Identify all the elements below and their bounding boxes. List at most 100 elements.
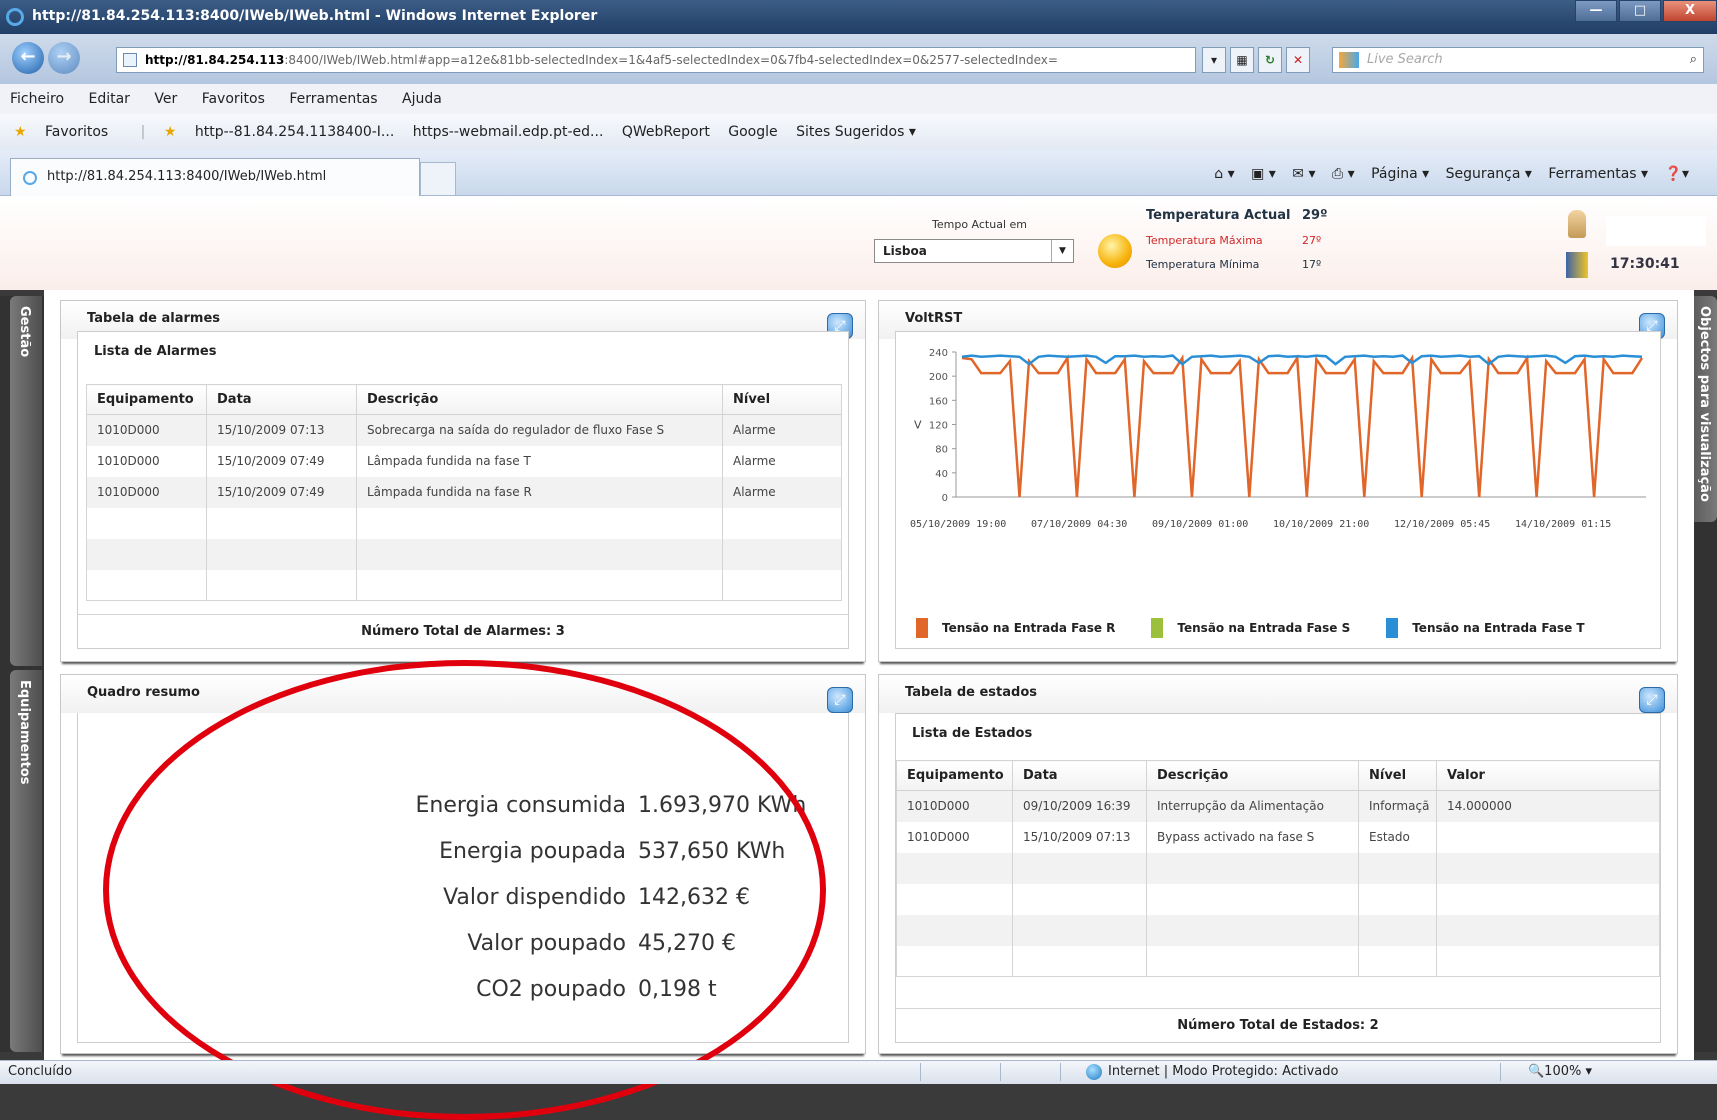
city-select[interactable]: Lisboa ▼ <box>874 239 1074 263</box>
tab-bar: http://81.84.254.113:8400/IWeb/IWeb.html… <box>0 150 1717 196</box>
dashboard: Tabela de alarmes ⤢ Lista de Alarmes Equ… <box>44 290 1694 1060</box>
search-icon[interactable]: ⌕ <box>1690 48 1697 72</box>
menu-seguranca[interactable]: Segurança ▾ <box>1446 166 1532 182</box>
favorites-button[interactable]: ★ Favoritos <box>14 124 122 140</box>
table-row[interactable]: 1010D000 15/10/2009 07:13 Sobrecarga na sa… <box>86 414 842 446</box>
fav-link-google[interactable]: Google <box>728 124 777 140</box>
cell: 1010D000 <box>86 445 207 477</box>
back-button[interactable]: ← <box>12 42 44 74</box>
table-row[interactable]: 1010D000 09/10/2009 16:39 Interrupção da A… <box>896 790 1660 822</box>
divider: | <box>140 124 146 140</box>
sun-icon <box>1098 234 1132 268</box>
chevron-down-icon[interactable]: ▼ <box>1051 240 1073 262</box>
add-favorite-icon[interactable]: ★ <box>164 124 177 140</box>
divider <box>920 1063 921 1081</box>
ie-logo-icon <box>6 8 24 26</box>
side-tab-gestao[interactable]: Gestão <box>10 296 42 666</box>
favorites-bar: ★ Favoritos | ★ http--81.84.254.1138400-… <box>0 114 1717 150</box>
forward-button[interactable]: → <box>48 42 80 74</box>
summary-row: Energia consumida 1.693,970 KWh <box>78 793 807 839</box>
user-icon[interactable] <box>1568 210 1586 238</box>
stop-button[interactable]: ✕ <box>1286 47 1310 73</box>
tab-iweb[interactable]: http://81.84.254.113:8400/IWeb/IWeb.html <box>10 158 420 196</box>
cell: Alarme <box>722 445 842 477</box>
summary-body: Energia consumida 1.693,970 KWh Energia p… <box>77 713 849 1043</box>
x-tick-label: 05/10/2009 19:00 <box>910 519 1006 530</box>
page-icon <box>123 53 137 67</box>
alarms-list: Lista de Alarmes Equipamento Data Descri… <box>77 331 849 649</box>
divider <box>1000 1063 1001 1081</box>
legend-label: Tensão na Entrada Fase S <box>1177 621 1351 635</box>
security-zone[interactable]: Internet | Modo Protegido: Activado <box>1086 1061 1338 1083</box>
clock-time: 17:30:41 <box>1610 256 1680 272</box>
col-data[interactable]: Data <box>206 384 357 415</box>
cell: 15/10/2009 07:49 <box>206 476 357 508</box>
summary-label: Energia poupada <box>439 839 626 864</box>
address-input[interactable]: http://81.84.254.113:8400/IWeb/IWeb.html… <box>116 47 1196 73</box>
fav-link-1[interactable]: http--81.84.254.1138400-I... <box>195 124 394 140</box>
menu-ferramentas-cmd[interactable]: Ferramentas ▾ <box>1548 166 1648 182</box>
new-tab-button[interactable] <box>420 162 456 196</box>
print-icon[interactable]: ⎙ ▾ <box>1332 166 1355 182</box>
table-row[interactable]: 1010D000 15/10/2009 07:13 Bypass activado … <box>896 821 1660 853</box>
menu-editar[interactable]: Editar <box>88 91 129 107</box>
address-dropdown-icon[interactable]: ▾ <box>1202 47 1226 73</box>
minimize-button[interactable]: — <box>1575 0 1617 22</box>
side-tab-equipamentos[interactable]: Equipamentos <box>10 670 42 1052</box>
side-tab-objectos[interactable]: Objectos para visualização <box>1694 296 1717 522</box>
refresh-button[interactable]: ↻ <box>1258 47 1282 73</box>
feeds-icon[interactable]: ▣ ▾ <box>1251 166 1276 182</box>
menu-ajuda[interactable]: Ajuda <box>402 91 442 107</box>
zoom-control[interactable]: 🔍100% ▾ <box>1528 1061 1592 1083</box>
search-input[interactable]: Live Search ⌕ <box>1332 47 1704 73</box>
right-sidebar: Objectos para visualização <box>1694 296 1717 1052</box>
col-descricao[interactable]: Descrição <box>356 384 723 415</box>
home-icon[interactable]: ⌂ ▾ <box>1214 166 1234 182</box>
mail-icon[interactable]: ✉ ▾ <box>1292 166 1315 182</box>
tab-label: http://81.84.254.113:8400/IWeb/IWeb.html <box>47 169 327 184</box>
col-nivel[interactable]: Nível <box>722 384 842 415</box>
search-placeholder: Live Search <box>1367 52 1443 67</box>
table-row[interactable]: 1010D000 15/10/2009 07:49 Lâmpada fundida … <box>86 445 842 477</box>
summary-row: Valor dispendido 142,632 € <box>78 885 750 931</box>
side-tab-equipamentos-label: Equipamentos <box>17 680 32 785</box>
menu-ver[interactable]: Ver <box>154 91 177 107</box>
menu-pagina[interactable]: Página ▾ <box>1371 166 1429 182</box>
expand-icon[interactable]: ⤢ <box>827 687 853 713</box>
table-row[interactable]: 1010D000 15/10/2009 07:49 Lâmpada fundida … <box>86 476 842 508</box>
states-list: Lista de Estados Equipamento Data Descri… <box>895 713 1661 1043</box>
menu-ficheiro[interactable]: Ficheiro <box>10 91 64 107</box>
user-panel <box>1606 216 1706 246</box>
window-title: http://81.84.254.113:8400/IWeb/IWeb.html… <box>32 8 598 24</box>
ie-page-icon <box>23 171 37 185</box>
menu-favoritos[interactable]: Favoritos <box>202 91 265 107</box>
fav-link-3[interactable]: QWebReport <box>622 124 710 140</box>
compat-view-icon[interactable]: ▦ <box>1230 47 1254 73</box>
close-window-button[interactable]: X <box>1663 0 1717 22</box>
address-path: :8400/IWeb/IWeb.html#app=a12e&81bb-selec… <box>284 53 1058 67</box>
col-equipamento[interactable]: Equipamento <box>86 384 207 415</box>
menu-ferramentas[interactable]: Ferramentas <box>289 91 377 107</box>
cell: Estado <box>1358 821 1437 853</box>
cell: 1010D000 <box>86 476 207 508</box>
fav-link-2[interactable]: https--webmail.edp.pt-ed... <box>413 124 604 140</box>
summary-row: Valor poupado 45,270 € <box>78 931 736 977</box>
y-tick-label: 160 <box>929 396 948 407</box>
maximize-button[interactable]: □ <box>1619 0 1661 22</box>
col-nivel[interactable]: Nível <box>1358 760 1437 791</box>
help-icon[interactable]: ❓▾ <box>1665 166 1689 182</box>
cell: 09/10/2009 16:39 <box>1012 790 1147 822</box>
fav-sites-sugeridos[interactable]: Sites Sugeridos ▾ <box>796 124 916 140</box>
col-data[interactable]: Data <box>1012 760 1147 791</box>
legend-item-t[interactable]: Tensão na Entrada Fase T <box>1386 618 1585 638</box>
legend-item-s[interactable]: Tensão na Entrada Fase S <box>1151 618 1350 638</box>
alarms-panel: Tabela de alarmes ⤢ Lista de Alarmes Equ… <box>60 300 866 662</box>
col-valor[interactable]: Valor <box>1436 760 1660 791</box>
alarms-subtitle: Lista de Alarmes <box>94 344 217 359</box>
live-search-logo-icon <box>1339 52 1359 68</box>
legend-item-r[interactable]: Tensão na Entrada Fase R <box>916 618 1115 638</box>
legend-swatch <box>1386 618 1399 638</box>
col-descricao[interactable]: Descrição <box>1146 760 1359 791</box>
expand-icon[interactable]: ⤢ <box>1639 687 1665 713</box>
col-equipamento[interactable]: Equipamento <box>896 760 1013 791</box>
